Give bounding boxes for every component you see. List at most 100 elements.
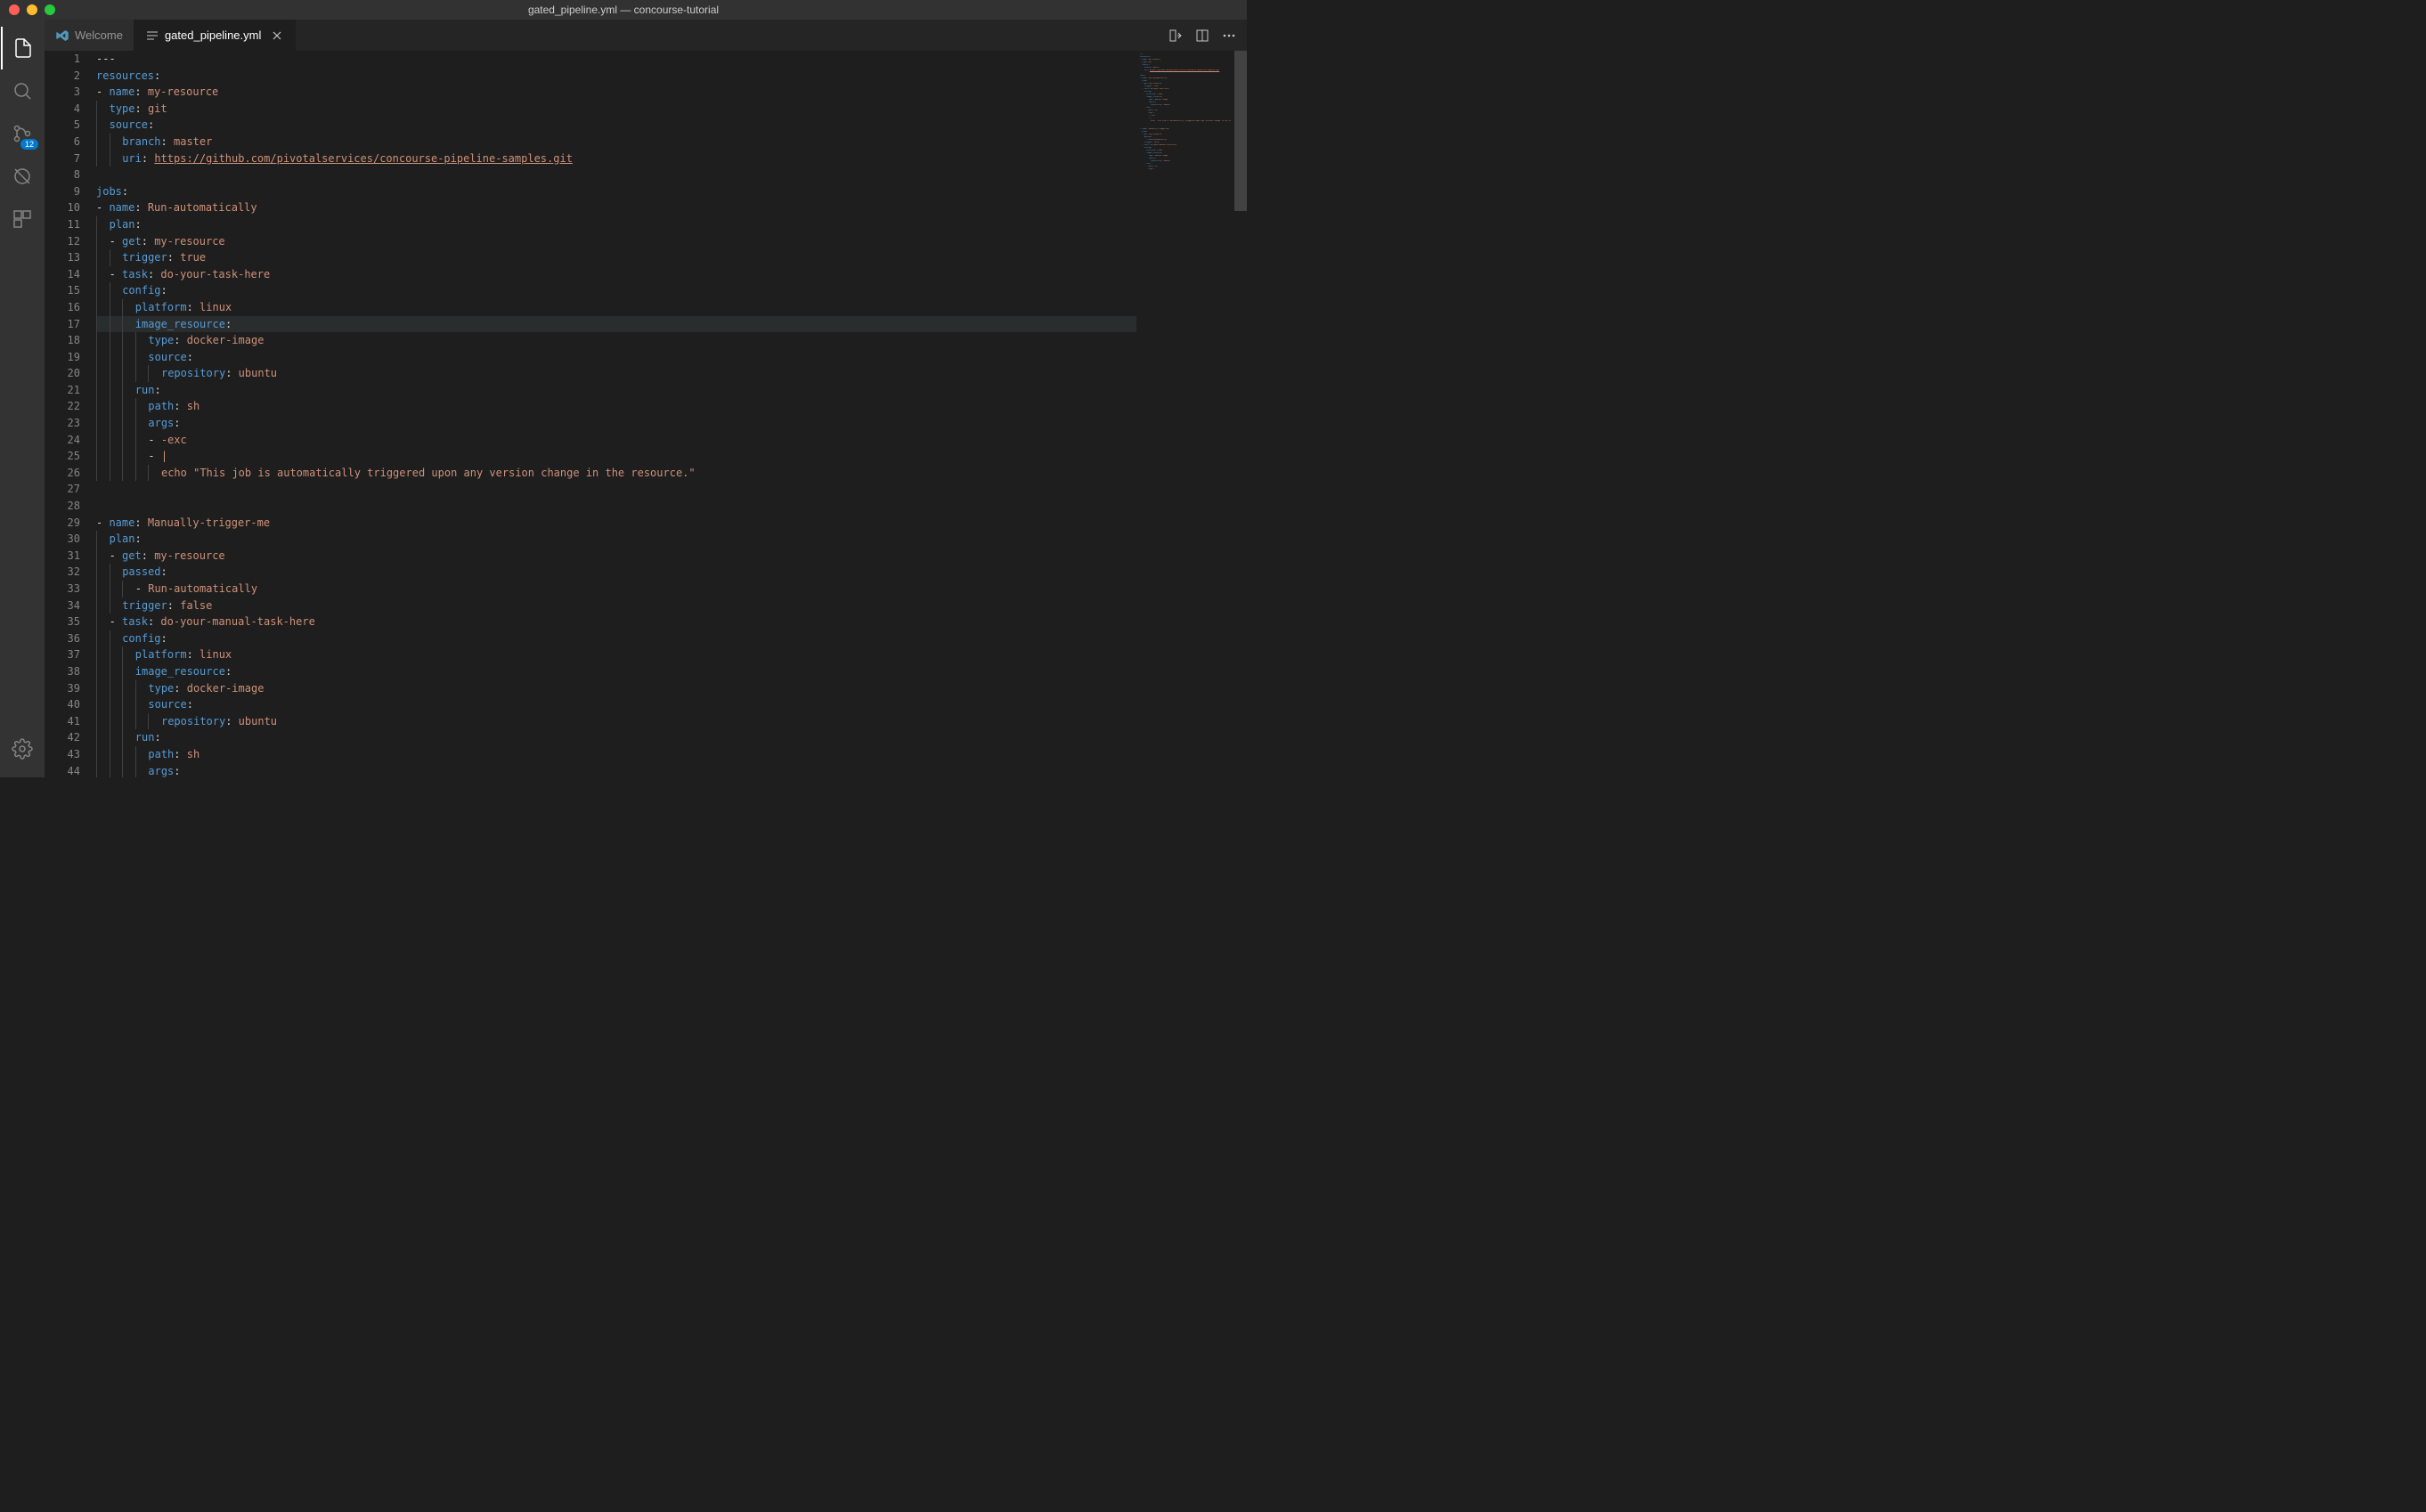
code-line[interactable]: resources: xyxy=(96,68,1136,85)
window-close[interactable] xyxy=(9,4,20,15)
line-number: 8 xyxy=(45,167,80,183)
code-line[interactable]: path: sh xyxy=(96,398,1136,415)
code-line[interactable]: source: xyxy=(96,349,1136,366)
line-number: 11 xyxy=(45,216,80,233)
code-line[interactable]: source: xyxy=(96,696,1136,713)
file-icon xyxy=(145,28,159,43)
line-number: 35 xyxy=(45,614,80,630)
more-actions-button[interactable] xyxy=(1222,28,1236,43)
code-line[interactable]: - name: Run-automatically xyxy=(96,199,1136,216)
line-number: 26 xyxy=(45,465,80,482)
code-line[interactable]: passed: xyxy=(96,564,1136,581)
tab-welcome[interactable]: Welcome xyxy=(45,20,134,51)
code-line[interactable]: args: xyxy=(96,415,1136,432)
code-line[interactable]: - name: my-resource xyxy=(96,84,1136,101)
code-line[interactable]: source: xyxy=(96,117,1136,134)
code-line[interactable]: trigger: true xyxy=(96,249,1136,266)
extensions-icon xyxy=(12,208,33,230)
line-number: 32 xyxy=(45,564,80,581)
code-line[interactable]: - task: do-your-task-here xyxy=(96,266,1136,283)
activity-scm[interactable]: 12 xyxy=(1,112,44,155)
ellipsis-icon xyxy=(1222,28,1236,43)
tab-gated-pipeline[interactable]: gated_pipeline.yml xyxy=(134,20,296,51)
line-number: 9 xyxy=(45,183,80,200)
minimap-content: ---resources:- name: my-resource type: g… xyxy=(1136,51,1234,174)
split-icon xyxy=(1195,28,1209,43)
debug-icon xyxy=(12,166,33,187)
diff-icon xyxy=(1168,28,1183,43)
scm-badge: 12 xyxy=(20,139,38,150)
vertical-scrollbar[interactable] xyxy=(1234,51,1247,777)
code-line[interactable]: echo "This job is automatically triggere… xyxy=(96,465,1136,482)
code-line[interactable]: branch: master xyxy=(96,134,1136,150)
window-minimize[interactable] xyxy=(27,4,37,15)
vscode-icon xyxy=(55,28,69,43)
code-line[interactable] xyxy=(96,167,1136,183)
activity-debug[interactable] xyxy=(1,155,44,198)
code-line[interactable]: config: xyxy=(96,282,1136,299)
code-area[interactable]: 1234567891011121314151617181920212223242… xyxy=(45,51,1247,777)
editor-area: Welcome gated_pipeline.yml xyxy=(45,20,1247,777)
code-line[interactable]: plan: xyxy=(96,531,1136,548)
code-line[interactable]: repository: ubuntu xyxy=(96,713,1136,730)
code-line[interactable]: - -exc xyxy=(96,432,1136,449)
line-number: 15 xyxy=(45,282,80,299)
code-line[interactable]: platform: linux xyxy=(96,299,1136,316)
activity-settings[interactable] xyxy=(1,728,44,770)
code-line[interactable]: plan: xyxy=(96,216,1136,233)
line-number: 28 xyxy=(45,498,80,515)
close-icon xyxy=(270,28,284,43)
code-line[interactable]: run: xyxy=(96,729,1136,746)
code-line[interactable]: jobs: xyxy=(96,183,1136,200)
tab-close[interactable] xyxy=(270,28,284,43)
code-line[interactable]: - get: my-resource xyxy=(96,548,1136,565)
minimap[interactable]: ---resources:- name: my-resource type: g… xyxy=(1136,51,1234,777)
tab-label: Welcome xyxy=(75,28,123,42)
activity-explorer[interactable] xyxy=(1,27,44,69)
window: gated_pipeline.yml — concourse-tutorial … xyxy=(0,0,1247,777)
code-line[interactable]: image_resource: xyxy=(96,316,1136,333)
line-number: 13 xyxy=(45,249,80,266)
activity-search[interactable] xyxy=(1,69,44,112)
line-number: 2 xyxy=(45,68,80,85)
code-content[interactable]: ---resources:- name: my-resourcetype: gi… xyxy=(96,51,1136,777)
line-number: 22 xyxy=(45,398,80,415)
code-line[interactable]: - task: do-your-manual-task-here xyxy=(96,614,1136,630)
code-line[interactable] xyxy=(96,498,1136,515)
line-number: 40 xyxy=(45,696,80,713)
scroll-thumb[interactable] xyxy=(1234,51,1247,211)
code-line[interactable]: path: sh xyxy=(96,746,1136,763)
code-line[interactable]: - name: Manually-trigger-me xyxy=(96,515,1136,532)
tab-label: gated_pipeline.yml xyxy=(165,28,261,42)
code-line[interactable]: config: xyxy=(96,630,1136,647)
titlebar: gated_pipeline.yml — concourse-tutorial xyxy=(0,0,1247,20)
split-editor-button[interactable] xyxy=(1195,28,1209,43)
line-number: 25 xyxy=(45,448,80,465)
line-number: 6 xyxy=(45,134,80,150)
code-line[interactable]: run: xyxy=(96,382,1136,399)
code-line[interactable]: platform: linux xyxy=(96,646,1136,663)
line-number: 12 xyxy=(45,233,80,250)
code-line[interactable]: trigger: false xyxy=(96,597,1136,614)
code-line[interactable]: - Run-automatically xyxy=(96,581,1136,597)
line-number: 38 xyxy=(45,663,80,680)
open-changes-button[interactable] xyxy=(1168,28,1183,43)
line-number: 10 xyxy=(45,199,80,216)
line-number: 31 xyxy=(45,548,80,565)
search-icon xyxy=(12,80,33,102)
code-line[interactable]: uri: https://github.com/pivotalservices/… xyxy=(96,150,1136,167)
line-number: 29 xyxy=(45,515,80,532)
code-line[interactable]: image_resource: xyxy=(96,663,1136,680)
code-line[interactable]: type: git xyxy=(96,101,1136,118)
activity-extensions[interactable] xyxy=(1,198,44,240)
code-line[interactable] xyxy=(96,481,1136,498)
code-line[interactable]: repository: ubuntu xyxy=(96,365,1136,382)
window-title: gated_pipeline.yml — concourse-tutorial xyxy=(528,4,719,16)
code-line[interactable]: - get: my-resource xyxy=(96,233,1136,250)
code-line[interactable]: args: xyxy=(96,763,1136,777)
code-line[interactable]: --- xyxy=(96,51,1136,68)
code-line[interactable]: type: docker-image xyxy=(96,680,1136,697)
code-line[interactable]: type: docker-image xyxy=(96,332,1136,349)
code-line[interactable]: - | xyxy=(96,448,1136,465)
window-maximize[interactable] xyxy=(45,4,55,15)
